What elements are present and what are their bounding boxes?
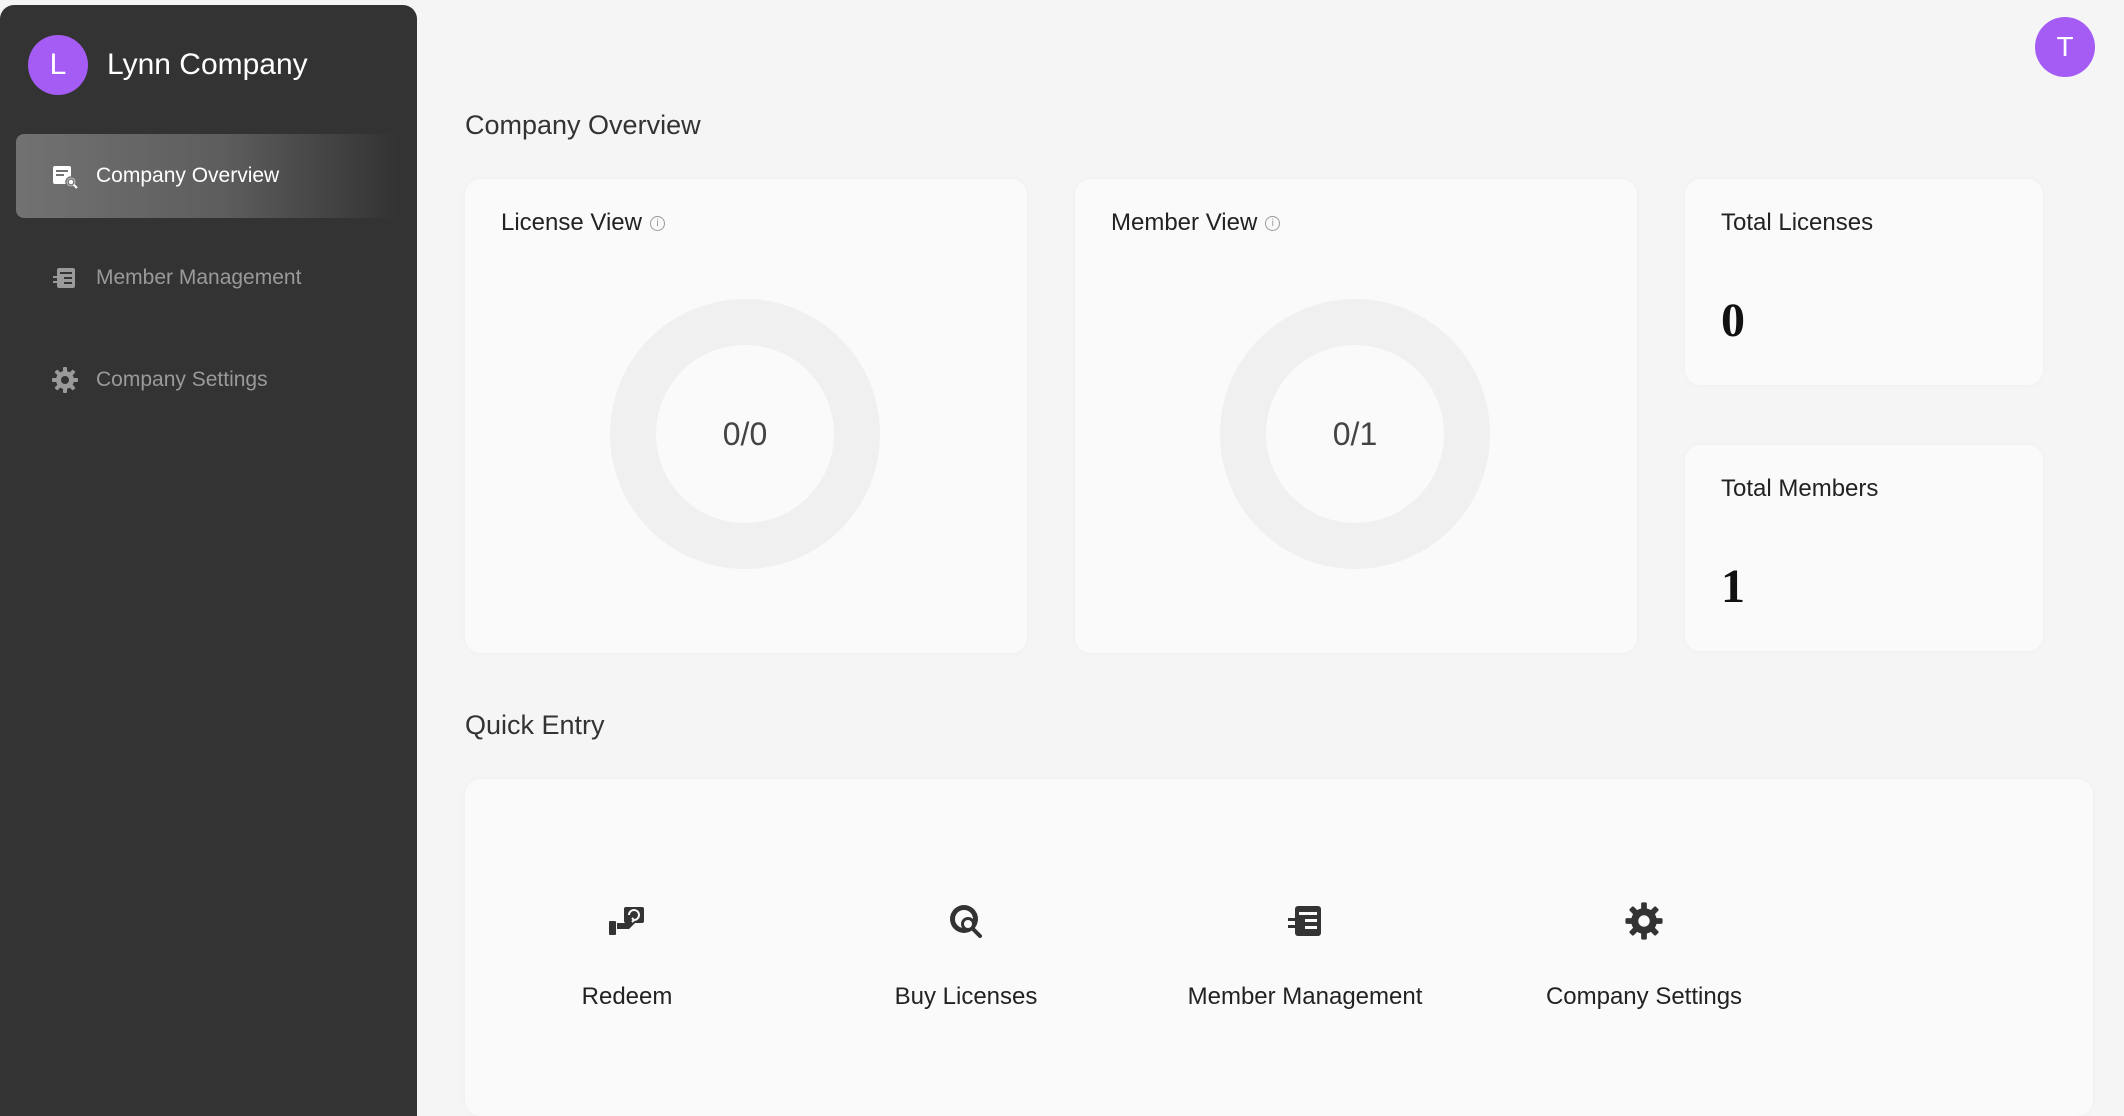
member-management-icon bbox=[50, 263, 80, 293]
gear-icon bbox=[1622, 899, 1666, 943]
info-icon[interactable]: i bbox=[1265, 215, 1281, 231]
card-title: License View i bbox=[501, 209, 665, 237]
total-members-label: Total Members bbox=[1721, 475, 1879, 502]
company-avatar: L bbox=[28, 35, 88, 95]
total-members-card: Total Members 1 bbox=[1685, 445, 2043, 651]
card-title: Member View i bbox=[1111, 209, 1281, 237]
user-avatar[interactable]: T bbox=[2035, 17, 2095, 77]
section-title-overview: Company Overview bbox=[465, 110, 701, 140]
license-view-title: License View bbox=[501, 209, 642, 236]
quick-entry-redeem[interactable]: Redeem bbox=[477, 899, 777, 1011]
sidebar-item-company-settings[interactable]: Company Settings bbox=[16, 338, 396, 422]
license-view-card: License View i 0/0 bbox=[465, 179, 1027, 653]
sidebar-item-label: Company Settings bbox=[96, 368, 268, 391]
quick-entry-label: Redeem bbox=[581, 983, 673, 1010]
company-name: Lynn Company bbox=[107, 48, 308, 81]
company-brand: L Lynn Company bbox=[28, 35, 308, 95]
quick-entry-company-settings[interactable]: Company Settings bbox=[1494, 899, 1794, 1011]
total-licenses-label: Total Licenses bbox=[1721, 209, 1874, 236]
redeem-icon bbox=[605, 899, 649, 943]
member-view-title: Member View bbox=[1111, 209, 1258, 236]
overview-icon bbox=[50, 161, 80, 191]
sidebar-item-label: Company Overview bbox=[96, 164, 280, 187]
sidebar-item-member-management[interactable]: Member Management bbox=[16, 236, 396, 320]
info-icon[interactable]: i bbox=[649, 215, 665, 231]
quick-entry-label: Member Management bbox=[1187, 983, 1423, 1010]
license-ratio: 0/0 bbox=[722, 415, 768, 452]
app-root: L Lynn Company Company Overview Member M… bbox=[0, 0, 2124, 1116]
member-management-icon bbox=[1283, 899, 1327, 943]
sidebar-item-label: Member Management bbox=[96, 266, 302, 289]
quick-entry-card: Redeem Buy Licenses Member Management Co… bbox=[465, 779, 2093, 1116]
section-title-quick-entry: Quick Entry bbox=[465, 710, 605, 740]
buy-licenses-icon bbox=[944, 899, 988, 943]
sidebar-item-company-overview[interactable]: Company Overview bbox=[16, 134, 396, 218]
quick-entry-member-management[interactable]: Member Management bbox=[1155, 899, 1455, 1011]
quick-entry-label: Company Settings bbox=[1545, 983, 1743, 1010]
quick-entry-label: Buy Licenses bbox=[894, 983, 1038, 1010]
quick-entry-buy-licenses[interactable]: Buy Licenses bbox=[816, 899, 1116, 1011]
total-licenses-value: 0 bbox=[1721, 294, 1745, 347]
license-donut-chart: 0/0 bbox=[610, 299, 880, 569]
total-licenses-card: Total Licenses 0 bbox=[1685, 179, 2043, 385]
member-donut-chart: 0/1 bbox=[1220, 299, 1490, 569]
member-ratio: 0/1 bbox=[1332, 415, 1378, 452]
sidebar: L Lynn Company Company Overview Member M… bbox=[0, 5, 417, 1116]
gear-icon bbox=[50, 365, 80, 395]
total-members-value: 1 bbox=[1721, 560, 1745, 613]
member-view-card: Member View i 0/1 bbox=[1075, 179, 1637, 653]
